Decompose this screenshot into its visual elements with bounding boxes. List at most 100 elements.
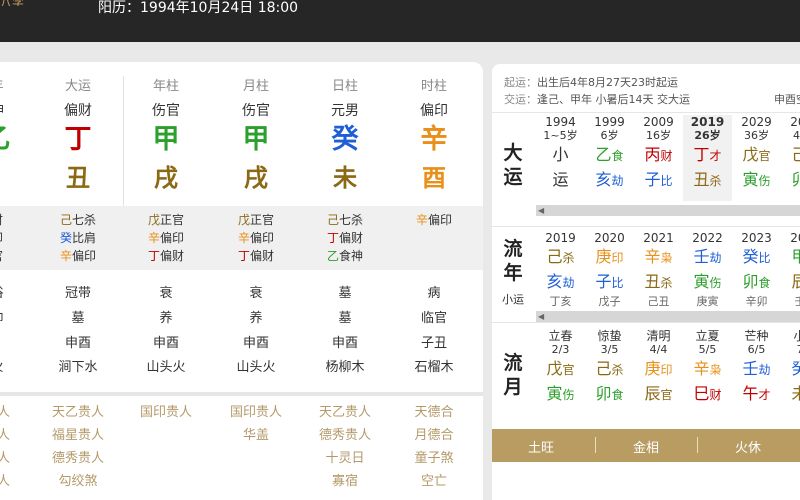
shensha-item[interactable]: 寡宿 [305, 470, 385, 493]
liunian-cell[interactable]: 2020 庚印 子比 戊子 [585, 231, 634, 309]
ganzhi: 己杀 [791, 145, 800, 164]
dayun-year: 2039 [790, 115, 800, 129]
ganzhi: 亥劫 [595, 170, 624, 189]
shensha-item[interactable]: 童子煞 [394, 447, 474, 470]
ganzhi: 戊官 [742, 145, 771, 164]
dayun-age: 1~5岁 [543, 129, 578, 142]
shensha-item[interactable]: 十灵日 [305, 447, 385, 470]
fortune-panel: 起运：出生后4年8月27天23时起运 交运：逢己、甲年 小暑后14天 交大运 申… [492, 64, 800, 500]
dayun-cell[interactable]: 2039 46岁 己杀卯食 [781, 115, 800, 201]
shensha-item[interactable]: 德秀贵人 [305, 424, 385, 447]
ganzhi: 寅伤 [546, 384, 575, 403]
liunian-year: 2022 [692, 231, 723, 245]
ganzhi: 庚印 [644, 359, 673, 378]
shensha-item[interactable]: 天乙贵人 [305, 401, 385, 424]
shensha-item[interactable]: 贵人 [0, 470, 37, 493]
liunian-cell[interactable]: 2024 甲伤辰官 壬辰 [781, 231, 800, 309]
liunian-cell[interactable]: 2021 辛枭 丑杀 己丑 [634, 231, 683, 309]
shensha-item[interactable]: 空亡 [394, 470, 474, 493]
shensha-item[interactable]: 天乙贵人 [38, 401, 118, 424]
shensha-item[interactable]: 华盖 [216, 424, 296, 447]
hidden-stem: 辛偏印 [147, 231, 185, 245]
ganzhi: 己杀 [595, 359, 624, 378]
shensha-item[interactable]: 贵人 [0, 424, 37, 447]
section-divider [0, 392, 483, 396]
shensha-item[interactable]: 月德合 [394, 424, 474, 447]
ganzhi: 乙食 [595, 145, 624, 164]
state-separator [697, 437, 698, 453]
hidden-stem: 辛偏印 [237, 231, 275, 245]
heavenly-stem: 甲 [242, 124, 270, 155]
shensha-item[interactable]: 国印贵人 [126, 401, 206, 424]
liunian-cell[interactable]: 2023 癸比 卯食 辛卯 [732, 231, 781, 309]
liunian-year: 2024 [790, 231, 800, 245]
self-stage: 墓 [71, 311, 85, 326]
liunian-label: 流年 [503, 238, 523, 284]
liuyue-cell[interactable]: 芒种 6/5 壬劫 午才 [732, 329, 781, 419]
ganzhi: 癸比 [791, 359, 800, 378]
term-date: 5/5 [698, 343, 717, 356]
shensha-item[interactable]: 贵人 [0, 401, 37, 424]
liuyue-cell[interactable]: 惊蛰 3/5 己杀 卯食 [585, 329, 634, 419]
dayun-scrollbar[interactable]: ◀ [536, 205, 800, 216]
solar-term: 清明 [646, 329, 671, 343]
nayin: 石榴木 [414, 360, 454, 375]
state-item: 土旺 [528, 441, 555, 456]
dayun-year: 2029 [741, 115, 772, 129]
liuyue-cell[interactable]: 立夏 5/5 辛枭 巳财 [683, 329, 732, 419]
kongwang: 申酉 [64, 336, 91, 351]
term-date: 6/5 [747, 343, 766, 356]
pillar-header: 时柱 [420, 79, 447, 94]
dayun-cell[interactable]: 2019 26岁 丁才 丑杀 [683, 115, 732, 201]
ganzhi: 亥劫 [546, 272, 575, 291]
heavenly-stem: 癸 [331, 124, 359, 155]
scroll-left-icon[interactable]: ◀ [538, 311, 544, 322]
ganzhi: 卯食 [791, 170, 800, 189]
shensha-item[interactable]: 德秀贵人 [38, 447, 118, 470]
self-stage: 临官 [420, 311, 447, 326]
liuyue-cell[interactable]: 清明 4/4 庚印 辰官 [634, 329, 683, 419]
pillar-relation: 偏财 [64, 103, 92, 119]
dayun-cell[interactable]: 1999 6岁 乙食 亥劫 [585, 115, 634, 201]
hidden-stem: 印 [0, 230, 37, 247]
liuyue-cell[interactable]: 立春 2/3 戊官 寅伤 [536, 329, 585, 419]
term-date: 2/3 [551, 343, 570, 356]
scroll-left-icon[interactable]: ◀ [538, 205, 544, 216]
ganzhi: 壬劫 [693, 247, 722, 266]
pillar-header: 日柱 [331, 79, 358, 94]
pillar-relation: 伤官 [242, 103, 270, 119]
liunian-scrollbar[interactable]: ◀ [536, 311, 800, 322]
shensha-item[interactable]: 天德合 [394, 401, 474, 424]
self-stage: 养 [159, 311, 173, 326]
shensha-item[interactable]: 贵人 [0, 447, 37, 470]
dayun-cell[interactable]: 2009 16岁 丙财 子比 [634, 115, 683, 201]
solar-term: 立夏 [695, 329, 720, 343]
ganzhi: 寅伤 [742, 170, 771, 189]
term-date: 3/5 [600, 343, 619, 356]
liuyue-cell[interactable]: 小暑 7/7 癸比未杀 [781, 329, 800, 419]
shensha-item[interactable]: 福星贵人 [38, 424, 118, 447]
state-item: 金相 [633, 441, 660, 456]
solar-term: 立春 [548, 329, 573, 343]
shensha-item[interactable]: 国印贵人 [216, 401, 296, 424]
solar-term: 惊蛰 [597, 329, 622, 343]
ganzhi: 卯食 [742, 272, 771, 291]
liuyue-label: 流月 [503, 352, 523, 398]
shensha-item[interactable]: 勾绞煞 [38, 470, 118, 493]
dayun-cell[interactable]: 1994 1~5岁 小运 [536, 115, 585, 201]
ganzhi: 午才 [742, 384, 771, 403]
self-stage: 养 [249, 311, 263, 326]
hidden-stem: 乙食神 [326, 249, 364, 263]
xiaoyun-ganzhi: 辛卯 [745, 295, 768, 308]
dayun-year: 2019 [690, 115, 725, 129]
liunian-cell[interactable]: 2019 己杀 亥劫 丁亥 [536, 231, 585, 309]
dayun-label: 大运 [503, 142, 523, 188]
pillar-relation: 元男 [331, 103, 359, 119]
heavenly-stem: 甲 [152, 124, 180, 155]
xiaoyun-ganzhi: 庚寅 [696, 295, 719, 308]
dayun-cell[interactable]: 2029 36岁 戊官 寅伤 [732, 115, 781, 201]
xiaoyun-label: 小运 [502, 293, 524, 306]
liunian-section: 流年 小运 2019 己杀 亥劫 丁亥 2020 庚印 子比 戊子 2021 辛枭丑… [492, 226, 800, 323]
nayin: 杨柳木 [325, 360, 365, 375]
liunian-cell[interactable]: 2022 壬劫 寅伤 庚寅 [683, 231, 732, 309]
